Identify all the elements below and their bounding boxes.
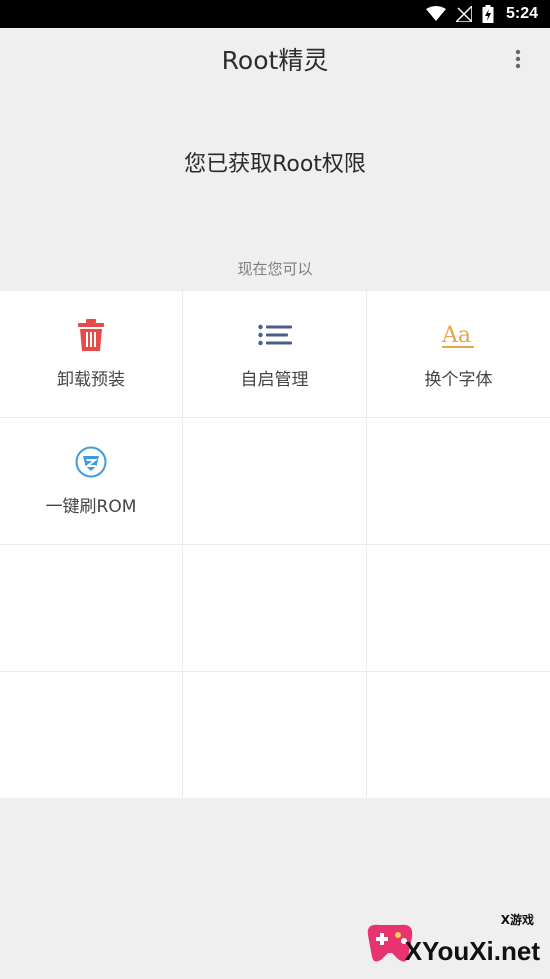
trash-icon [78,318,104,352]
wifi-icon [425,6,446,22]
svg-text:Aa: Aa [442,323,471,348]
empty-cell [367,418,550,545]
battery-charging-icon [482,5,494,23]
watermark-small-text: X游戏 [500,913,534,927]
app-title: Root精灵 [221,46,329,75]
no-signal-icon [455,6,472,22]
status-time: 5:24 [505,5,538,22]
app-bar: Root精灵 [0,28,550,90]
more-vert-icon [515,49,521,69]
tool-change-font[interactable]: Aa 换个字体 [367,291,550,418]
tool-label: 一键刷ROM [45,497,137,517]
empty-cell [183,545,367,672]
empty-cell [183,418,367,545]
tool-label: 卸载预装 [57,370,125,390]
watermark-text: XYouXi.net [404,936,540,966]
tool-uninstall-preinstalled[interactable]: 卸载预装 [0,291,183,418]
section-label: 现在您可以 [237,260,313,278]
more-menu-button[interactable] [504,45,532,73]
list-icon [257,318,292,352]
font-icon: Aa [441,318,476,352]
root-status-text: 您已获取Root权限 [184,152,366,177]
tool-grid: 卸载预装 自启管理 Aa 换个字体 一键刷ROM [0,291,550,798]
tool-label: 换个字体 [424,370,493,390]
empty-cell [367,672,550,798]
tool-label: 自启管理 [240,370,309,390]
status-bar: 5:24 [0,0,550,28]
empty-cell [0,672,183,798]
empty-cell [183,672,367,798]
tool-autostart-manager[interactable]: 自启管理 [183,291,367,418]
shield-icon [75,445,107,479]
tool-flash-rom[interactable]: 一键刷ROM [0,418,183,545]
empty-cell [367,545,550,672]
empty-cell [0,545,183,672]
watermark: X游戏 XYouXi.net [364,911,540,971]
